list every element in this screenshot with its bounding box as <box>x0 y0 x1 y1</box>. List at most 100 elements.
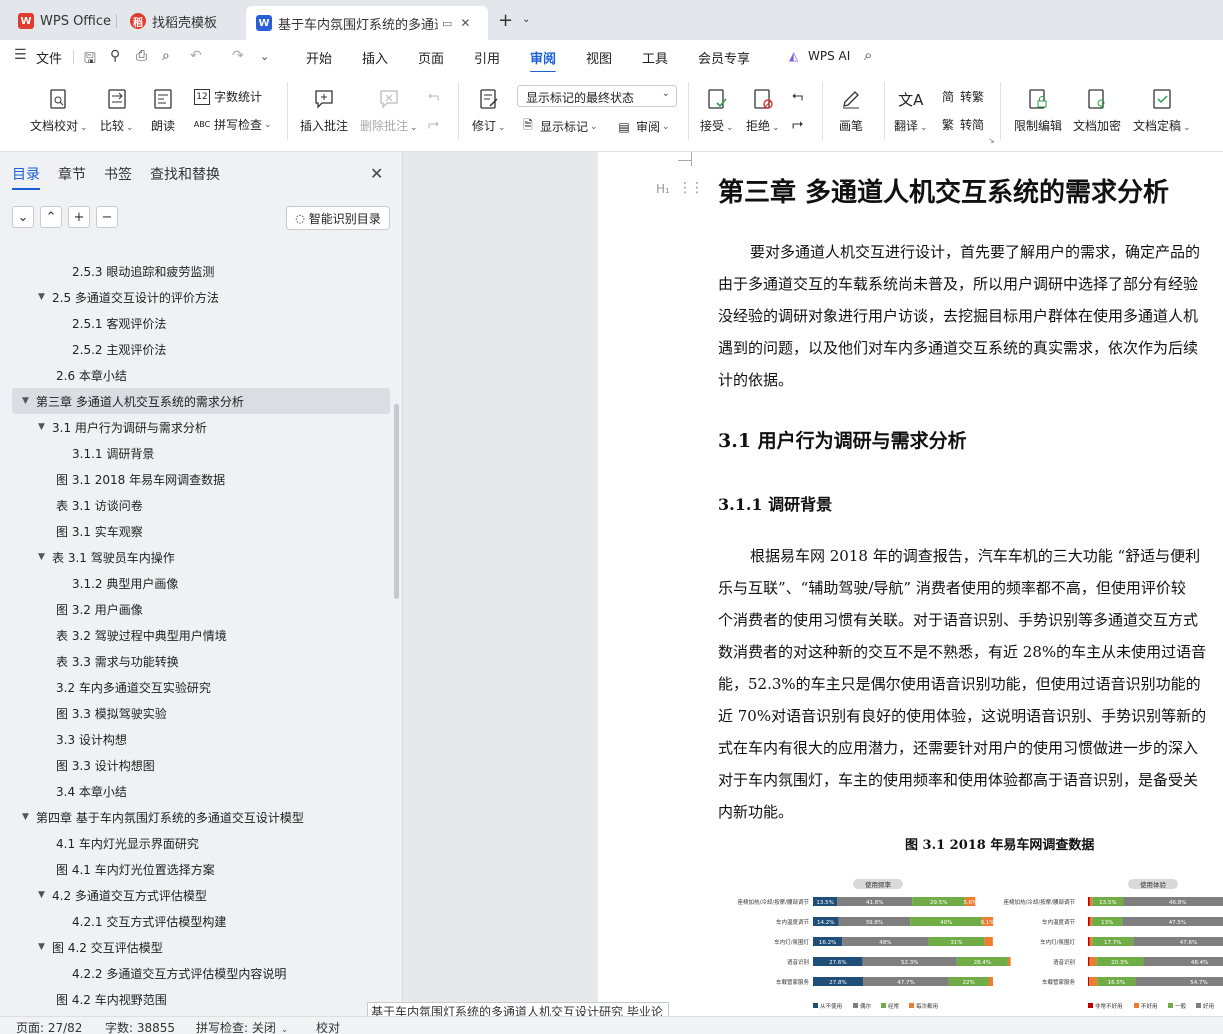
undo-icon[interactable]: ↶ <box>190 48 202 64</box>
proofread-status[interactable]: 校对 <box>316 1019 340 1034</box>
share-icon[interactable]: ⚲ <box>110 48 120 64</box>
hamburger-icon[interactable]: ☰ <box>14 47 27 63</box>
toc-item[interactable]: 4.1 车内灯光显示界面研究 <box>12 830 390 856</box>
expand-triangle-icon[interactable]: ▼ <box>38 422 52 432</box>
toc-item[interactable]: 3.2 车内多通道交互实验研究 <box>12 674 390 700</box>
toc-item[interactable]: ▼ 第四章 基于车内氛围灯系统的多通道交互设计模型 <box>12 804 390 830</box>
collapse-up-button[interactable]: ⌃ <box>40 206 62 228</box>
menu-wps-ai[interactable]: WPS AI <box>808 49 850 63</box>
toc-item[interactable]: ▼ 2.5 多通道交互设计的评价方法 <box>12 284 390 310</box>
toc-item[interactable]: ▼ 4.2 多通道交互方式评估模型 <box>12 882 390 908</box>
encrypt-button[interactable]: 文档加密 <box>1073 86 1121 134</box>
toc-item[interactable]: ▼ 3.1 用户行为调研与需求分析 <box>12 414 390 440</box>
insert-comment-button[interactable]: 插入批注 <box>300 86 348 134</box>
add-heading-button[interactable]: + <box>68 206 90 228</box>
expand-corner-icon[interactable]: ↘ <box>988 136 995 145</box>
toc-scrollbar[interactable] <box>394 404 399 599</box>
tab-daoke[interactable]: 稻 找稻壳模板 <box>120 6 227 36</box>
toc-item[interactable]: 图 3.1 2018 年易车网调查数据 <box>12 466 390 492</box>
expand-triangle-icon[interactable]: ▼ <box>38 292 52 302</box>
toc-item[interactable]: 3.1.2 典型用户画像 <box>12 570 390 596</box>
toc-item[interactable]: ▼ 图 4.2 交互评估模型 <box>12 934 390 960</box>
print-icon[interactable]: ⎙ <box>136 48 147 64</box>
quick-access-more-icon[interactable]: ⌄ <box>260 50 269 63</box>
toc-item[interactable]: 图 3.3 设计构想图 <box>12 752 390 778</box>
tab-document[interactable]: W 基于车内氛围灯系统的多通道人 ▭ ✕ <box>246 6 488 40</box>
close-icon[interactable]: ✕ <box>370 164 383 183</box>
close-icon[interactable]: ✕ <box>460 16 470 30</box>
menu-tools[interactable]: 工具 <box>642 48 668 67</box>
markup-state-select[interactable]: 显示标记的最终状态 ⌄ <box>517 85 677 107</box>
print-preview-icon[interactable]: ⌕ <box>162 48 170 64</box>
toc-item[interactable]: 2.5.2 主观评价法 <box>12 336 390 362</box>
menu-references[interactable]: 引用 <box>474 48 500 67</box>
save-icon[interactable]: 🖫 <box>84 48 96 72</box>
toc-item[interactable]: 图 3.2 用户画像 <box>12 596 390 622</box>
tab-toc[interactable]: 目录 <box>12 164 40 190</box>
menu-insert[interactable]: 插入 <box>362 48 388 67</box>
compare-button[interactable]: 比较 ⌄ <box>100 86 134 134</box>
prev-comment-icon[interactable]: ⮢ <box>428 88 439 104</box>
toc-item[interactable]: 图 4.1 车内灯光位置选择方案 <box>12 856 390 882</box>
pen-button[interactable]: 画笔 <box>838 86 864 134</box>
expand-triangle-icon[interactable]: ▼ <box>22 812 36 822</box>
toc-item[interactable]: 2.6 本章小结 <box>12 362 390 388</box>
toc-item[interactable]: 3.4 本章小结 <box>12 778 390 804</box>
toc-item[interactable]: ▼ 表 3.1 驾驶员车内操作 <box>12 544 390 570</box>
read-aloud-button[interactable]: 朗读 <box>150 86 176 134</box>
next-revision-icon[interactable]: ⮣ <box>792 116 803 132</box>
spell-check-status[interactable]: 拼写检查: 关闭 ⌄ <box>196 1019 288 1034</box>
redo-icon[interactable]: ↷ <box>232 48 244 64</box>
toc-item[interactable]: 2.5.1 客观评价法 <box>12 310 390 336</box>
toc-item[interactable]: 图 3.3 模拟驾驶实验 <box>12 700 390 726</box>
spell-check-button[interactable]: ABC 拼写检查 ⌄ <box>194 116 272 133</box>
tab-bookmarks[interactable]: 书签 <box>104 164 132 184</box>
menu-home[interactable]: 开始 <box>306 48 332 67</box>
to-simplified-button[interactable]: 繁 转简 <box>940 116 984 133</box>
toc-item[interactable]: 3.1.1 调研背景 <box>12 440 390 466</box>
accept-button[interactable]: 接受 ⌄ <box>700 86 734 134</box>
menu-file[interactable]: 文件 <box>36 48 62 67</box>
menu-member[interactable]: 会员专享 <box>698 48 750 67</box>
menu-page[interactable]: 页面 <box>418 48 444 67</box>
expand-triangle-icon[interactable]: ▼ <box>38 942 52 952</box>
reject-button[interactable]: 拒绝 ⌄ <box>746 86 780 134</box>
toc-item[interactable]: 表 3.1 访谈问卷 <box>12 492 390 518</box>
review-pane-button[interactable]: ▤ 审阅 ⌄ <box>616 118 669 135</box>
chevron-down-icon[interactable]: ⌄ <box>522 14 530 25</box>
show-markup-button[interactable]: 🗎 显示标记 ⌄ <box>520 118 597 135</box>
tab-wps-office[interactable]: W WPS Office <box>8 6 121 36</box>
search-icon[interactable]: ⌕ <box>864 46 872 64</box>
expand-triangle-icon[interactable]: ▼ <box>38 552 52 562</box>
toc-item[interactable]: 表 3.2 驾驶过程中典型用户情境 <box>12 622 390 648</box>
prev-revision-icon[interactable]: ⮢ <box>792 88 803 104</box>
toc-item[interactable]: 4.2.1 交互方式评估模型构建 <box>12 908 390 934</box>
toc-item[interactable]: 表 3.3 需求与功能转换 <box>12 648 390 674</box>
toc-item[interactable]: 3.3 设计构想 <box>12 726 390 752</box>
toc-item[interactable]: 4.2.2 多通道交互方式评估模型内容说明 <box>12 960 390 986</box>
delete-comment-button[interactable]: 删除批注 ⌄ <box>360 86 418 134</box>
menu-review[interactable]: 审阅 <box>530 48 557 73</box>
smart-toc-button[interactable]: ◌ 智能识别目录 <box>286 206 390 230</box>
page-indicator[interactable]: 页面: 27/82 <box>16 1019 82 1034</box>
toc-item[interactable]: ▼ 第三章 多通道人机交互系统的需求分析 <box>12 388 390 414</box>
to-traditional-button[interactable]: 简 转繁 <box>940 88 984 105</box>
toc-item[interactable]: 2.5.3 眼动追踪和疲劳监测 <box>12 258 390 284</box>
tab-find-replace[interactable]: 查找和替换 <box>150 164 220 184</box>
word-count-button[interactable]: 12 字数统计 <box>194 88 262 105</box>
expand-down-button[interactable]: ⌄ <box>12 206 34 228</box>
finalize-button[interactable]: 文档定稿 ⌄ <box>1133 86 1191 134</box>
remove-heading-button[interactable]: − <box>96 206 118 228</box>
menu-view[interactable]: 视图 <box>586 48 612 67</box>
proofread-button[interactable]: 文档校对 ⌄ <box>30 86 88 134</box>
tab-sections[interactable]: 章节 <box>58 164 86 184</box>
restrict-edit-button[interactable]: 限制编辑 <box>1014 86 1062 134</box>
revise-button[interactable]: 修订 ⌄ <box>472 86 506 134</box>
drag-handle-icon[interactable]: ⋮⋮ <box>678 180 704 196</box>
translate-button[interactable]: 文A 翻译 ⌄ <box>894 86 928 134</box>
next-comment-icon[interactable]: ⮣ <box>428 116 439 132</box>
expand-triangle-icon[interactable]: ▼ <box>38 890 52 900</box>
toc-item[interactable]: 图 4.2 车内视野范围 <box>12 986 390 1012</box>
word-count-status[interactable]: 字数: 38855 <box>105 1019 175 1034</box>
new-tab-icon[interactable]: + <box>498 10 513 31</box>
